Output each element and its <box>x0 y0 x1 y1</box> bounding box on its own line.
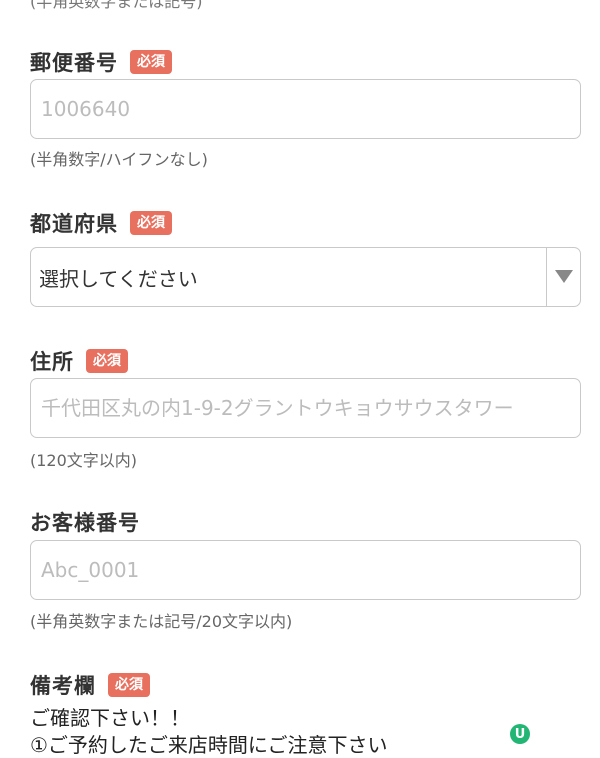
customer-number-hint: (半角英数字または記号/20文字以内) <box>30 612 293 631</box>
cut-off-hint: (半角英数字または記号) <box>30 0 203 11</box>
postal-label: 郵便番号 <box>30 51 118 75</box>
postal-hint: (半角数字/ハイフンなし) <box>30 150 208 169</box>
postal-field[interactable] <box>30 79 581 139</box>
customer-number-label-row: お客様番号 <box>30 507 140 537</box>
prefecture-select[interactable]: 選択してください <box>30 247 581 307</box>
remarks-text-line-2[interactable]: ①ご予約したご来店時間にご注意下さい <box>30 729 388 758</box>
required-badge: 必須 <box>130 50 172 74</box>
dropdown-arrow-icon[interactable] <box>546 248 580 306</box>
remarks-label-row: 備考欄 必須 <box>30 670 150 700</box>
required-badge: 必須 <box>86 349 128 373</box>
prefecture-label-row: 都道府県 必須 <box>30 208 172 238</box>
required-badge: 必須 <box>108 673 150 697</box>
postal-input[interactable] <box>31 80 580 138</box>
customer-number-label: お客様番号 <box>30 511 140 535</box>
required-badge: 必須 <box>130 211 172 235</box>
remarks-label: 備考欄 <box>30 674 96 698</box>
u-logo-icon[interactable]: U <box>510 724 530 744</box>
float-button-text: U <box>514 726 526 742</box>
address-label: 住所 <box>30 350 74 374</box>
postal-label-row: 郵便番号 必須 <box>30 47 172 77</box>
customer-number-field[interactable] <box>30 540 581 600</box>
prefecture-selected-value: 選択してください <box>39 266 198 291</box>
customer-number-input[interactable] <box>31 541 580 599</box>
address-input[interactable] <box>31 379 580 437</box>
prefecture-label: 都道府県 <box>30 212 118 236</box>
address-field[interactable] <box>30 378 581 438</box>
address-label-row: 住所 必須 <box>30 346 128 376</box>
remarks-text-line-1[interactable]: ご確認下さい！！ <box>30 702 190 731</box>
address-hint: (120文字以内) <box>30 451 138 470</box>
